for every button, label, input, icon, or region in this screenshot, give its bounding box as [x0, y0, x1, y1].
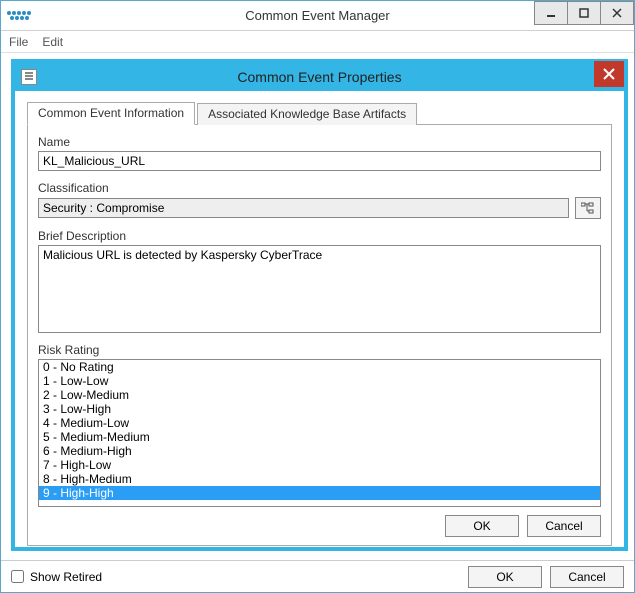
window-ok-button[interactable]: OK: [468, 566, 542, 588]
risk-option[interactable]: 7 - High-Low: [39, 458, 600, 472]
tab-content: Name Classification: [27, 125, 612, 546]
window-titlebar: Common Event Manager: [1, 1, 634, 31]
risk-option[interactable]: 1 - Low-Low: [39, 374, 600, 388]
dialog-title: Common Event Properties: [15, 69, 624, 85]
risk-option[interactable]: 2 - Low-Medium: [39, 388, 600, 402]
risk-option[interactable]: 4 - Medium-Low: [39, 416, 600, 430]
minimize-button[interactable]: [534, 1, 568, 25]
risk-option[interactable]: 3 - Low-High: [39, 402, 600, 416]
tab-associated-kb-artifacts[interactable]: Associated Knowledge Base Artifacts: [197, 103, 417, 125]
classification-browse-button[interactable]: [575, 197, 601, 219]
dialog-close-button[interactable]: [594, 61, 624, 87]
show-retired-text: Show Retired: [30, 570, 102, 584]
classification-label: Classification: [38, 181, 601, 195]
tree-icon: [581, 202, 595, 214]
risk-option[interactable]: 9 - High-High: [39, 486, 600, 500]
show-retired-checkbox-label[interactable]: Show Retired: [11, 570, 102, 584]
name-label: Name: [38, 135, 601, 149]
window-cancel-button[interactable]: Cancel: [550, 566, 624, 588]
risk-option[interactable]: 0 - No Rating: [39, 360, 600, 374]
name-input[interactable]: [38, 151, 601, 171]
window-footer: Show Retired OK Cancel: [1, 560, 634, 592]
risk-rating-label: Risk Rating: [38, 343, 601, 357]
properties-dialog: Common Event Properties Common Event Inf…: [11, 59, 628, 551]
menu-file[interactable]: File: [9, 35, 28, 49]
window-close-button[interactable]: [600, 1, 634, 25]
tab-bar: Common Event Information Associated Know…: [27, 101, 612, 125]
app-icon: [7, 4, 31, 28]
risk-option[interactable]: 5 - Medium-Medium: [39, 430, 600, 444]
dialog-titlebar: Common Event Properties: [15, 63, 624, 91]
description-label: Brief Description: [38, 229, 601, 243]
menu-bar: File Edit: [1, 31, 634, 53]
classification-input[interactable]: [38, 198, 569, 218]
menu-edit[interactable]: Edit: [42, 35, 63, 49]
risk-option[interactable]: 8 - High-Medium: [39, 472, 600, 486]
risk-rating-listbox[interactable]: 0 - No Rating1 - Low-Low2 - Low-Medium3 …: [38, 359, 601, 507]
dialog-ok-button[interactable]: OK: [445, 515, 519, 537]
show-retired-checkbox[interactable]: [11, 570, 24, 583]
description-textarea[interactable]: Malicious URL is detected by Kaspersky C…: [38, 245, 601, 333]
maximize-button[interactable]: [567, 1, 601, 25]
dialog-cancel-button[interactable]: Cancel: [527, 515, 601, 537]
document-icon: [21, 69, 37, 85]
risk-option[interactable]: 6 - Medium-High: [39, 444, 600, 458]
tab-common-event-information[interactable]: Common Event Information: [27, 102, 195, 125]
